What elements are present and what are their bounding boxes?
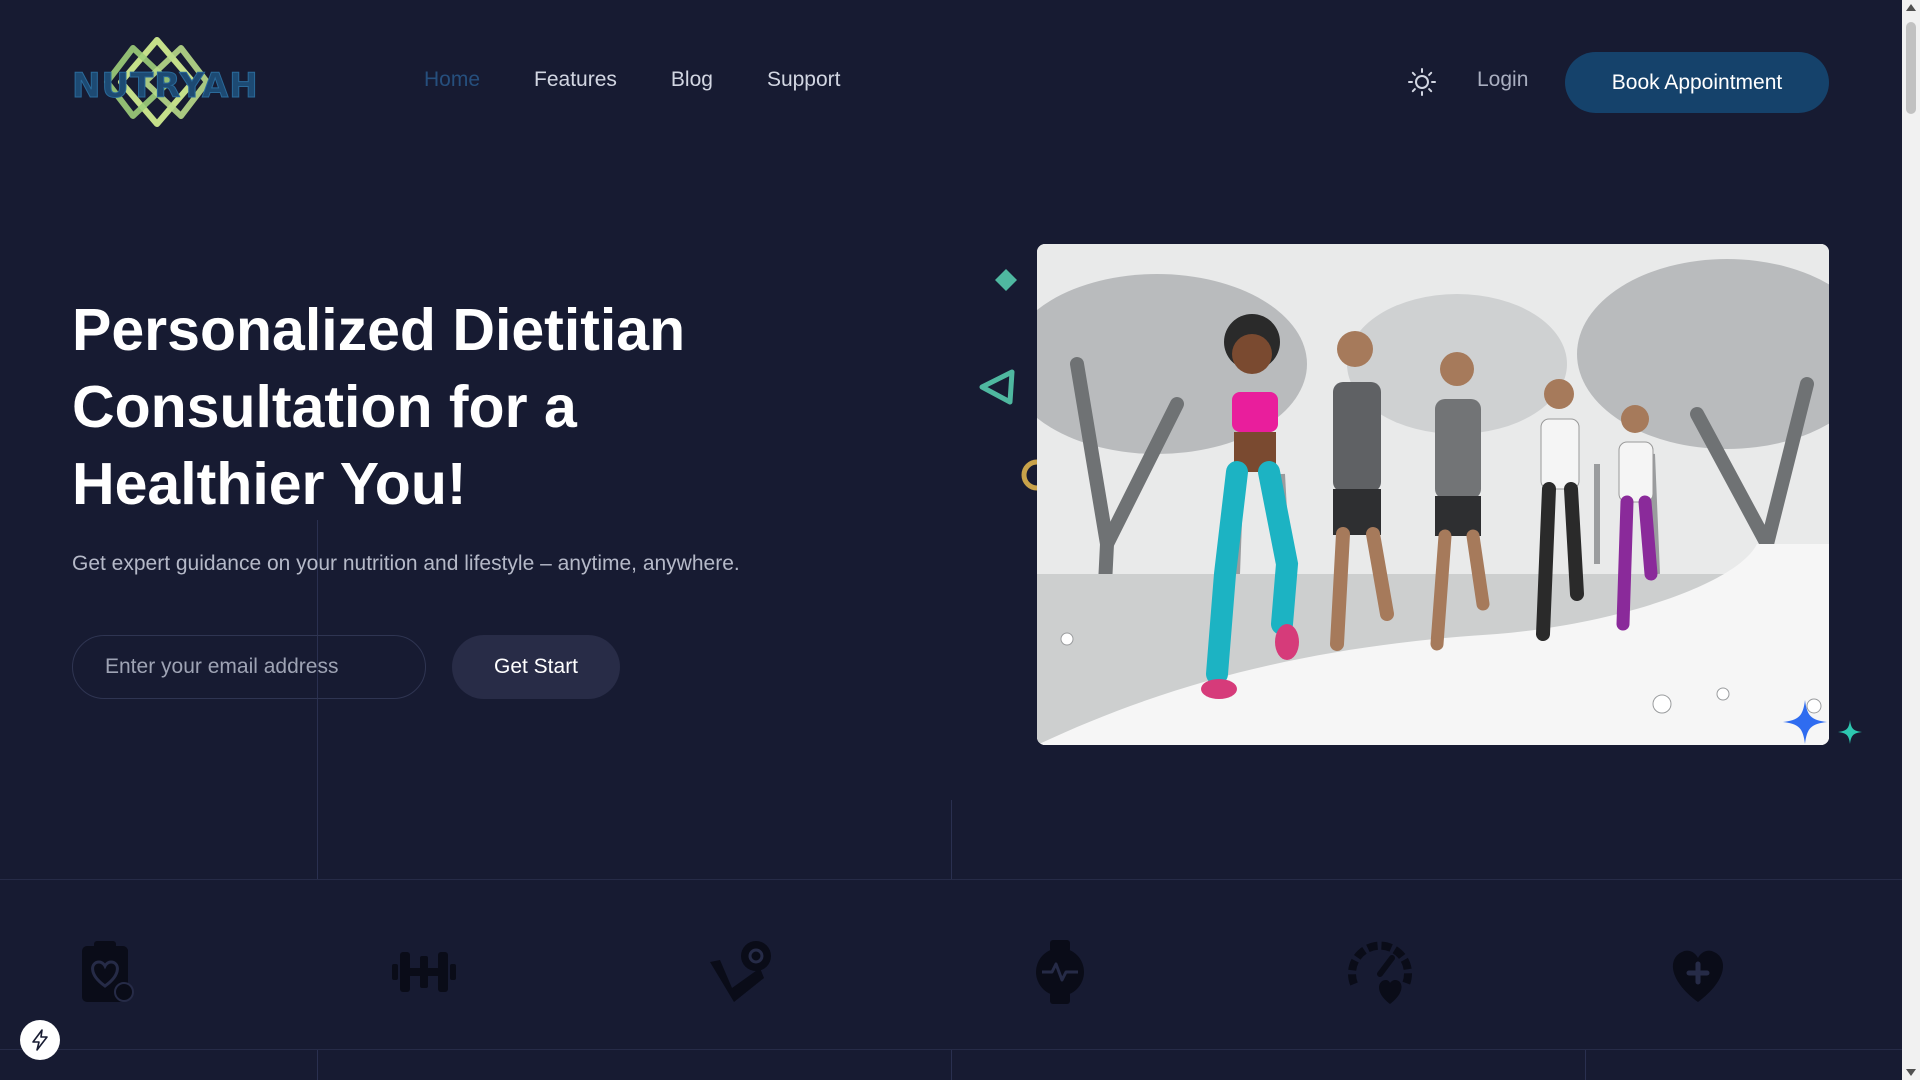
main-nav: Home Features Blog Support <box>424 68 841 92</box>
section-divider <box>0 1049 1902 1050</box>
group-jogging-illustration <box>1037 244 1829 745</box>
gauge-heart-icon[interactable] <box>1346 938 1414 1006</box>
scrollbar-thumb[interactable] <box>1906 22 1916 114</box>
nav-home-link[interactable]: Home <box>424 68 480 92</box>
grid-line <box>951 1049 952 1080</box>
grid-line <box>317 1049 318 1080</box>
clipboard-heart-icon[interactable] <box>74 938 142 1006</box>
grid-line <box>1585 1049 1586 1080</box>
diamond-shape-icon <box>995 269 1017 291</box>
hero-title-line: Consultation for a <box>72 374 577 440</box>
grid-line <box>951 800 952 879</box>
nav-blog-link[interactable]: Blog <box>671 68 713 92</box>
dumbbell-icon[interactable] <box>390 938 458 1006</box>
triangle-shape-icon <box>979 369 1015 405</box>
hero-title-line: Personalized Dietitian <box>72 297 686 363</box>
sparkle-icon <box>1783 700 1827 744</box>
nav-features-link[interactable]: Features <box>534 68 617 92</box>
smartwatch-pulse-icon[interactable] <box>1026 938 1094 1006</box>
quick-action-button[interactable] <box>20 1020 60 1060</box>
hero-subtitle: Get expert guidance on your nutrition an… <box>72 552 740 575</box>
scale-pin-icon[interactable] <box>706 938 774 1006</box>
hero-title: Personalized Dietitian Consultation for … <box>72 292 832 523</box>
landing-page: NUTRYAH Home Features Blog Support Login… <box>0 0 1920 1080</box>
theme-toggle-button[interactable] <box>1408 68 1436 96</box>
email-input[interactable] <box>72 635 426 699</box>
logo-text: NUTRYAH <box>72 66 259 107</box>
page-scrollbar[interactable] <box>1902 0 1920 1080</box>
section-divider <box>0 879 1902 880</box>
brand-logo[interactable]: NUTRYAH <box>72 36 259 128</box>
login-link[interactable]: Login <box>1477 68 1528 92</box>
scroll-down-icon[interactable] <box>1906 1069 1916 1076</box>
book-appointment-button[interactable]: Book Appointment <box>1565 52 1829 113</box>
heart-plus-icon[interactable] <box>1664 938 1732 1006</box>
lightning-icon <box>32 1029 48 1051</box>
scroll-up-icon[interactable] <box>1906 4 1916 11</box>
get-start-button[interactable]: Get Start <box>452 635 620 699</box>
nav-support-link[interactable]: Support <box>767 68 841 92</box>
ring-shape-icon <box>1021 459 1038 491</box>
sun-icon <box>1408 68 1436 96</box>
hero-title-line: Healthier You! <box>72 451 467 517</box>
hero-image <box>1037 244 1829 745</box>
sparkle-icon <box>1838 720 1862 744</box>
